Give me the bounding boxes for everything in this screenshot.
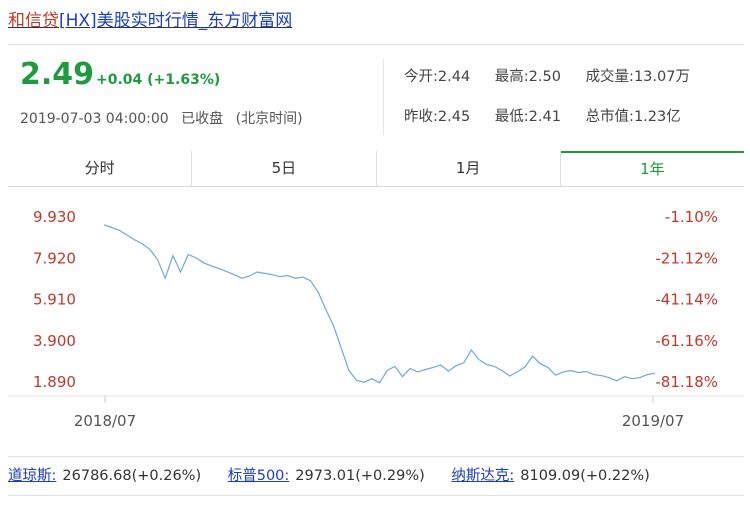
y-tick-label-right: -61.16% [655, 332, 718, 350]
index-nasdaq: 纳斯达克: 8109.09(+0.22%) [451, 468, 649, 484]
y-tick-label-left: 7.920 [33, 249, 76, 267]
index-nasdaq-link[interactable]: 纳斯达克: [451, 468, 514, 484]
y-tick-label-left: 9.930 [33, 208, 76, 226]
stat-open: 今开:2.44 [404, 69, 471, 85]
stat-high: 最高:2.50 [494, 69, 561, 85]
tab-intraday[interactable]: 分时 [8, 151, 193, 186]
stat-prev-close: 昨收:2.45 [404, 109, 471, 125]
y-tick-label-right: -81.18% [655, 373, 718, 391]
tab-1-year[interactable]: 1年 [560, 151, 744, 186]
price-series-line [103, 224, 656, 384]
tab-5-day[interactable]: 5日 [192, 151, 377, 186]
stats-row: 今开:2.44 最高:2.50 成交量:13.07万 [404, 65, 710, 105]
index-dow-value: 26786.68(+0.26%) [62, 468, 202, 484]
stat-volume: 成交量:13.07万 [585, 69, 690, 85]
stats-divider [383, 59, 384, 135]
y-tick-label-right: -1.10% [665, 208, 718, 226]
current-price: 2.49 [20, 57, 95, 92]
index-dow: 道琼斯: 26786.68(+0.26%) [8, 468, 201, 484]
y-tick-label-left: 5.910 [33, 291, 76, 309]
y-tick-label-left: 3.900 [33, 332, 76, 350]
quote-status-line: 2019-07-03 04:00:00 已收盘 (北京时间) [20, 108, 311, 128]
index-sp500-link[interactable]: 标普500: [228, 468, 290, 484]
index-sp500: 标普500: 2973.01(+0.29%) [228, 468, 425, 484]
price-change: +0.04 (+1.63%) [96, 72, 221, 88]
page-title-link[interactable]: 和信贷[HX]美股实时行情_东方财富网 [8, 6, 292, 31]
price-chart: 9.930 7.920 5.910 3.900 1.890 -1.10% -21.12% -4… [8, 208, 744, 430]
index-sp500-value: 2973.01(+0.29%) [295, 468, 425, 484]
quote-datetime: 2019-07-03 04:00:00 [20, 111, 169, 127]
stat-low: 最低:2.41 [494, 109, 561, 125]
x-tick-label: 2018/07 [74, 412, 136, 430]
title-stock-name[interactable]: 和信贷 [8, 11, 59, 31]
y-tick-label-right: -41.14% [655, 291, 718, 309]
tab-1-month[interactable]: 1月 [376, 151, 561, 186]
quote-stats: 今开:2.44 最高:2.50 成交量:13.07万 昨收:2.45 最低:2.… [404, 65, 710, 145]
period-tabs: 分时 5日 1月 1年 [8, 151, 744, 187]
index-bar: 道琼斯: 26786.68(+0.26%) 标普500: 2973.01(+0.29… [8, 456, 744, 496]
stats-row: 昨收:2.45 最低:2.41 总市值:1.23亿 [404, 105, 710, 145]
title-rest[interactable]: [HX]美股实时行情_东方财富网 [59, 11, 292, 31]
index-nasdaq-value: 8109.09(+0.22%) [520, 468, 650, 484]
market-status: 已收盘 [181, 111, 224, 127]
y-tick-label-left: 1.890 [33, 373, 76, 391]
y-tick-label-right: -21.12% [655, 249, 718, 267]
quote-panel: 2.49 +0.04 (+1.63%) 2019-07-03 04:00:00 … [8, 44, 744, 151]
quote-timezone: (北京时间) [235, 111, 303, 127]
stat-market-cap: 总市值:1.23亿 [585, 109, 681, 125]
index-dow-link[interactable]: 道琼斯: [8, 468, 56, 484]
x-tick-label: 2019/07 [622, 412, 684, 430]
